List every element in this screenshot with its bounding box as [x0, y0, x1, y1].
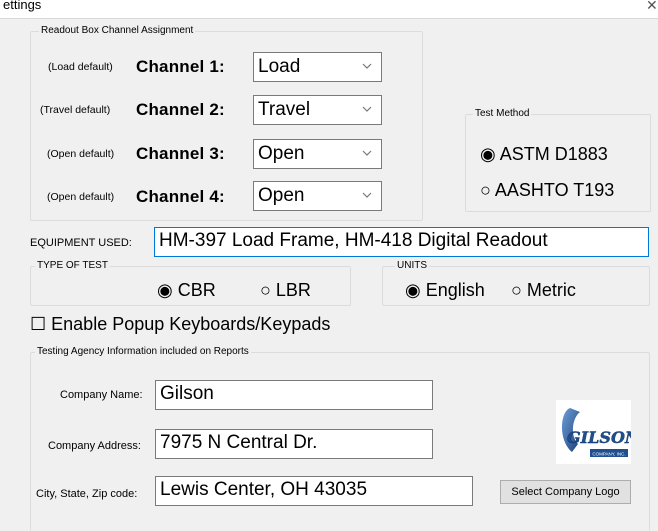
- channel-3-value: Open: [258, 143, 305, 164]
- company-address-label: Company Address:: [48, 440, 141, 452]
- channel-1-default-label: (Load default): [48, 61, 113, 73]
- checkbox-icon: ☐: [30, 314, 47, 334]
- radio-unselected-icon: ○: [260, 280, 271, 300]
- enable-popup-checkbox[interactable]: ☐ Enable Popup Keyboards/Keypads: [30, 314, 330, 335]
- channel-4-value: Open: [258, 185, 305, 206]
- gilson-logo-graphic: GILSON COMPANY, INC.: [562, 408, 641, 457]
- channel-2-label: Channel 2:: [136, 100, 225, 119]
- radio-english[interactable]: ◉ English: [405, 280, 485, 301]
- channel-1-label: Channel 1:: [136, 57, 225, 76]
- channel-1-select[interactable]: Load: [253, 52, 382, 82]
- window-title-bar: [0, 0, 658, 19]
- channel-2-select[interactable]: Travel: [253, 95, 382, 125]
- radio-lbr[interactable]: ○ LBR: [260, 280, 311, 301]
- channel-3-label: Channel 3:: [136, 144, 225, 163]
- units-legend: UNITS: [395, 260, 429, 272]
- equipment-label: EQUIPMENT USED:: [30, 237, 132, 249]
- chevron-down-icon: [362, 63, 372, 69]
- select-company-logo-button[interactable]: Select Company Logo: [500, 480, 631, 504]
- cbr-label: CBR: [177, 280, 216, 300]
- metric-label: Metric: [526, 280, 576, 300]
- channel-3-select[interactable]: Open: [253, 139, 382, 169]
- close-icon[interactable]: ✕: [646, 0, 658, 14]
- channel-2-default-label: (Travel default): [40, 104, 111, 116]
- radio-metric[interactable]: ○ Metric: [511, 280, 576, 301]
- channel-4-default-label: (Open default): [47, 191, 115, 203]
- enable-popup-label: Enable Popup Keyboards/Keypads: [51, 314, 331, 334]
- company-name-label: Company Name:: [60, 389, 143, 401]
- radio-selected-icon: ◉: [480, 144, 496, 164]
- aashto-label: AASHTO T193: [494, 180, 615, 200]
- city-state-zip-label: City, State, Zip code:: [36, 488, 138, 500]
- company-address-input[interactable]: 7975 N Central Dr.: [155, 429, 433, 459]
- window-title: ettings: [3, 0, 42, 12]
- radio-aashto-t193[interactable]: ○ AASHTO T193: [480, 180, 614, 201]
- company-name-input[interactable]: Gilson: [155, 380, 433, 410]
- channel-4-label: Channel 4:: [136, 187, 225, 206]
- radio-astm-d1883[interactable]: ◉ ASTM D1883: [480, 144, 608, 165]
- radio-selected-icon: ◉: [405, 280, 421, 300]
- city-state-zip-input[interactable]: Lewis Center, OH 43035: [155, 476, 473, 506]
- chevron-down-icon: [362, 192, 372, 198]
- chevron-down-icon: [362, 106, 372, 112]
- chevron-down-icon: [362, 150, 372, 156]
- company-logo: GILSON COMPANY, INC.: [556, 400, 641, 464]
- equipment-input[interactable]: HM-397 Load Frame, HM-418 Digital Readou…: [154, 227, 649, 257]
- channel-4-select[interactable]: Open: [253, 181, 382, 211]
- agency-info-legend: Testing Agency Information included on R…: [35, 346, 251, 358]
- test-method-legend: Test Method: [473, 108, 532, 120]
- radio-selected-icon: ◉: [157, 280, 173, 300]
- logo-wordmark: GILSON: [567, 428, 631, 447]
- type-of-test-legend: TYPE OF TEST: [35, 260, 110, 272]
- channel-2-value: Travel: [258, 99, 311, 120]
- channel-1-value: Load: [258, 56, 301, 77]
- astm-label: ASTM D1883: [499, 144, 608, 164]
- logo-subtitle: COMPANY, INC.: [592, 452, 625, 457]
- channel-3-default-label: (Open default): [47, 148, 115, 160]
- english-label: English: [425, 280, 485, 300]
- radio-unselected-icon: ○: [511, 280, 522, 300]
- lbr-label: LBR: [275, 280, 311, 300]
- radio-cbr[interactable]: ◉ CBR: [157, 280, 216, 301]
- readout-channel-legend: Readout Box Channel Assignment: [39, 25, 196, 37]
- radio-unselected-icon: ○: [480, 180, 491, 200]
